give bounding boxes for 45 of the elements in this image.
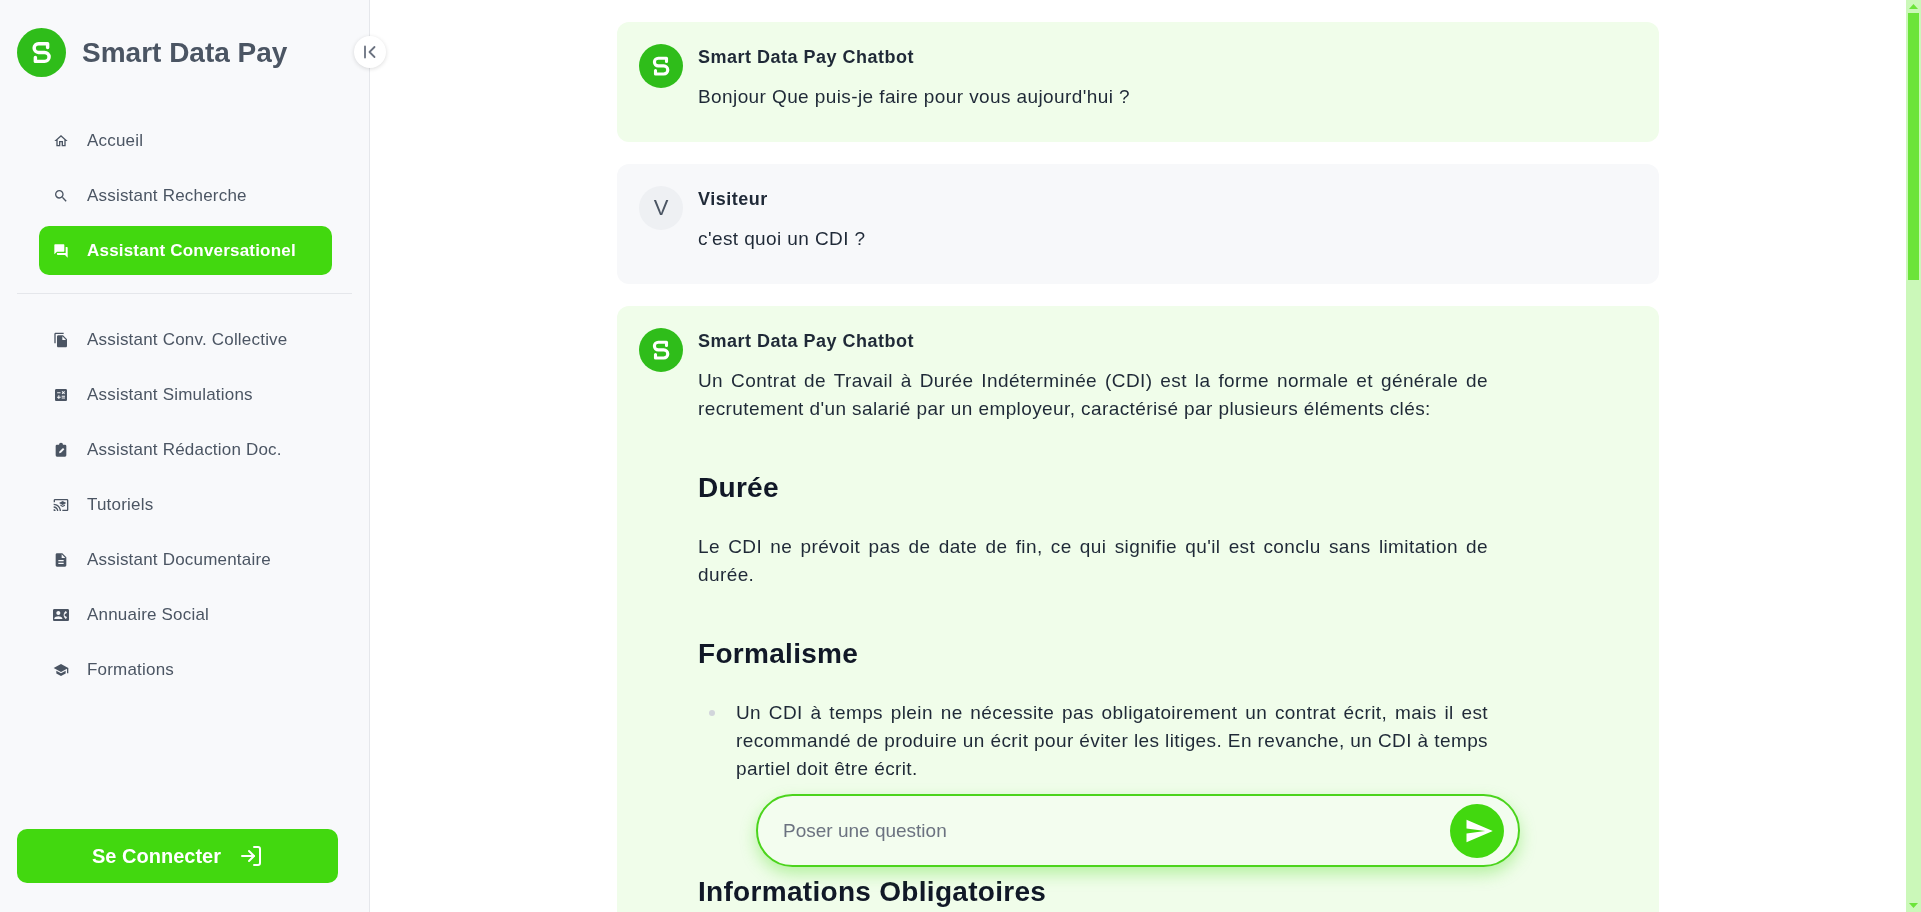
sender-name: Smart Data Pay Chatbot: [698, 330, 916, 353]
nav-item[interactable]: Assistant Rédaction Doc.: [39, 425, 332, 474]
chat-bubbles-icon: [53, 242, 69, 259]
scroll-down-icon[interactable]: [1909, 903, 1918, 908]
calculator-icon: [53, 386, 69, 403]
contact-card-icon: [53, 606, 69, 623]
nav-item[interactable]: Annuaire Social: [39, 590, 332, 639]
brand-name: Smart Data Pay: [82, 36, 288, 69]
chatbot-logo-icon: [639, 328, 683, 372]
visitor-avatar: V: [639, 186, 683, 230]
document-icon: [53, 551, 69, 568]
list-item-text: Un CDI à temps plein ne nécessite pas obligatoirement un contrat écrit, mais il est recommandé de produire un écrit pour éviter les litiges. En revanche, un CDI à temps partiel doit être écrit.: [736, 701, 1488, 781]
nav-item[interactable]: Formations: [39, 645, 332, 694]
question-input[interactable]: Poser une question: [783, 815, 1440, 846]
search-icon: [53, 187, 69, 204]
nav-item[interactable]: Assistant Documentaire: [39, 535, 332, 584]
nav-item[interactable]: Assistant Simulations: [39, 370, 332, 419]
nav-item[interactable]: Assistant Recherche: [39, 171, 332, 220]
documents-icon: [53, 331, 69, 348]
message-text: Bonjour Que puis-je faire pour vous aujourd'hui ?: [698, 85, 1131, 109]
section-heading: Formalisme: [698, 637, 860, 671]
logo-icon: [17, 28, 66, 77]
question-field[interactable]: Poser une question: [756, 794, 1520, 867]
sender-name: Visiteur: [698, 188, 769, 211]
bullet-icon: [709, 710, 715, 716]
message-text: c'est quoi un CDI ?: [698, 227, 867, 251]
send-button[interactable]: [1450, 803, 1504, 858]
graduation-cap-icon: [53, 661, 69, 678]
scrollbar-thumb[interactable]: [1908, 13, 1919, 280]
login-icon: [238, 844, 263, 868]
sender-name: Smart Data Pay Chatbot: [698, 46, 916, 69]
collapse-sidebar-button[interactable]: [354, 36, 386, 68]
nav-item[interactable]: Tutoriels: [39, 480, 332, 529]
message-text: Le CDI ne prévoit pas de date de fin, ce qui signifie qu'il est conclu sans limitation de durée.: [698, 535, 1488, 587]
home-icon: [53, 132, 69, 149]
section-heading: Informations Obligatoires: [698, 875, 1048, 909]
clipboard-pen-icon: [53, 441, 69, 458]
message-text: Un Contrat de Travail à Durée Indéterminée (CDI) est la forme normale et générale de recrutement d'un salarié par un employeur, caractérisé par plusieurs éléments clés:: [698, 369, 1488, 421]
collapse-icon: [363, 45, 377, 59]
nav-item[interactable]: Assistant Conv. Collective: [39, 315, 332, 364]
cast-screen-icon: [53, 496, 69, 513]
scroll-up-icon[interactable]: [1909, 4, 1918, 9]
section-heading: Durée: [698, 471, 780, 505]
nav-item[interactable]: Accueil: [39, 116, 332, 165]
chatbot-logo-icon: [639, 44, 683, 88]
